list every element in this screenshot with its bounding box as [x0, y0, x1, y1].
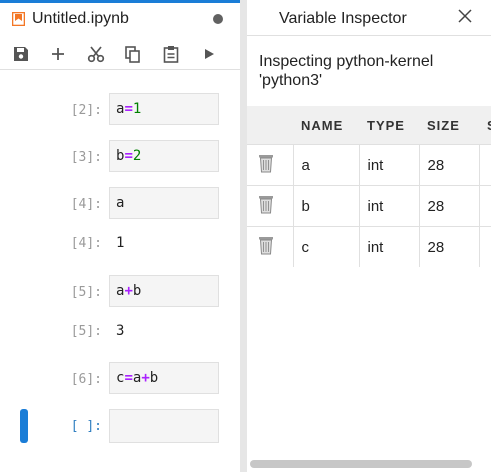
column-header-shape[interactable]: S	[479, 106, 491, 145]
variable-name: a	[292, 144, 359, 186]
code-operator: +	[141, 370, 150, 386]
notebook-toolbar	[0, 38, 240, 70]
cell-input[interactable]: c=a+b	[109, 362, 219, 394]
input-prompt: [2]:	[70, 103, 102, 118]
table-header-row: NAME TYPE SIZE S	[247, 106, 491, 145]
variable-shape	[478, 185, 491, 227]
cell-input[interactable]: a	[109, 187, 219, 219]
add-icon	[52, 48, 64, 60]
paste-cell-button[interactable]	[161, 44, 181, 64]
cut-cell-button[interactable]	[86, 44, 106, 64]
trash-icon[interactable]	[257, 194, 275, 214]
cut-icon	[87, 46, 105, 63]
variable-inspector-panel: Variable Inspector Inspecting python-ker…	[247, 0, 491, 472]
variable-type: int	[358, 226, 419, 267]
variable-type: int	[358, 144, 419, 186]
code-operator: =	[124, 101, 133, 117]
variable-type: int	[358, 185, 419, 227]
delete-column-header	[247, 106, 293, 145]
insert-cell-button[interactable]	[48, 44, 68, 64]
code-identifier: b	[132, 283, 142, 299]
kernel-description: Inspecting python-kernel 'python3'	[259, 53, 434, 89]
variable-inspector-tab[interactable]: Variable Inspector	[247, 0, 491, 36]
cell-input[interactable]	[109, 409, 219, 443]
variable-size: 28	[418, 226, 479, 267]
output-prompt: [4]:	[70, 236, 102, 251]
notebook-panel: Untitled.ipynb [2]: a=1 [3]: b=2 [4]: a …	[0, 0, 240, 472]
table-row[interactable]: a int 28	[247, 144, 491, 186]
code-operator: =	[124, 370, 133, 386]
column-header-name[interactable]: NAME	[293, 106, 359, 145]
code-identifier: a	[116, 195, 125, 211]
trash-icon[interactable]	[257, 153, 275, 173]
cell-input[interactable]: b=2	[109, 140, 219, 172]
trash-icon[interactable]	[257, 235, 275, 255]
cell-output: 3	[116, 323, 125, 339]
horizontal-scrollbar[interactable]	[250, 460, 472, 468]
save-button[interactable]	[11, 44, 31, 64]
copy-cell-button[interactable]	[123, 44, 143, 64]
table-row[interactable]: b int 28	[247, 185, 491, 227]
output-prompt: [5]:	[70, 324, 102, 339]
cell-input[interactable]: a=1	[109, 93, 219, 125]
table-row[interactable]: c int 28	[247, 226, 491, 267]
input-prompt: [5]:	[70, 285, 102, 300]
code-identifier: b	[149, 370, 159, 386]
delete-variable-button[interactable]	[247, 185, 293, 227]
input-prompt: [3]:	[70, 150, 102, 165]
input-prompt: [6]:	[70, 372, 102, 387]
cell-output: 1	[116, 235, 125, 251]
variable-shape	[478, 226, 491, 267]
variable-size: 28	[418, 144, 479, 186]
notebook-tab-title: Untitled.ipynb	[32, 10, 129, 27]
variable-name: c	[292, 226, 359, 267]
notebook-icon	[12, 12, 25, 26]
variable-shape	[478, 144, 491, 186]
input-prompt: [4]:	[70, 197, 102, 212]
column-header-type[interactable]: TYPE	[359, 106, 419, 145]
variable-inspector-title: Variable Inspector	[279, 10, 407, 27]
column-header-size[interactable]: SIZE	[419, 106, 479, 145]
code-number: 2	[132, 148, 142, 164]
code-operator: =	[124, 148, 133, 164]
code-operator: +	[124, 283, 133, 299]
copy-icon	[125, 45, 140, 63]
run-icon	[205, 49, 214, 59]
close-icon[interactable]	[457, 8, 473, 24]
notebook-tab[interactable]: Untitled.ipynb	[0, 3, 240, 37]
input-prompt: [ ]:	[70, 419, 102, 434]
delete-variable-button[interactable]	[247, 144, 293, 186]
variable-table: NAME TYPE SIZE S aint28bint28cint28	[247, 106, 491, 267]
cell-input[interactable]: a+b	[109, 275, 219, 307]
paste-icon	[163, 46, 179, 63]
run-cell-button[interactable]	[199, 44, 219, 64]
variable-size: 28	[418, 185, 479, 227]
delete-variable-button[interactable]	[247, 226, 293, 267]
active-cell-indicator	[20, 409, 28, 443]
unsaved-indicator-icon[interactable]	[213, 14, 223, 24]
code-number: 1	[132, 101, 142, 117]
save-icon	[14, 47, 28, 61]
variable-name: b	[292, 185, 359, 227]
